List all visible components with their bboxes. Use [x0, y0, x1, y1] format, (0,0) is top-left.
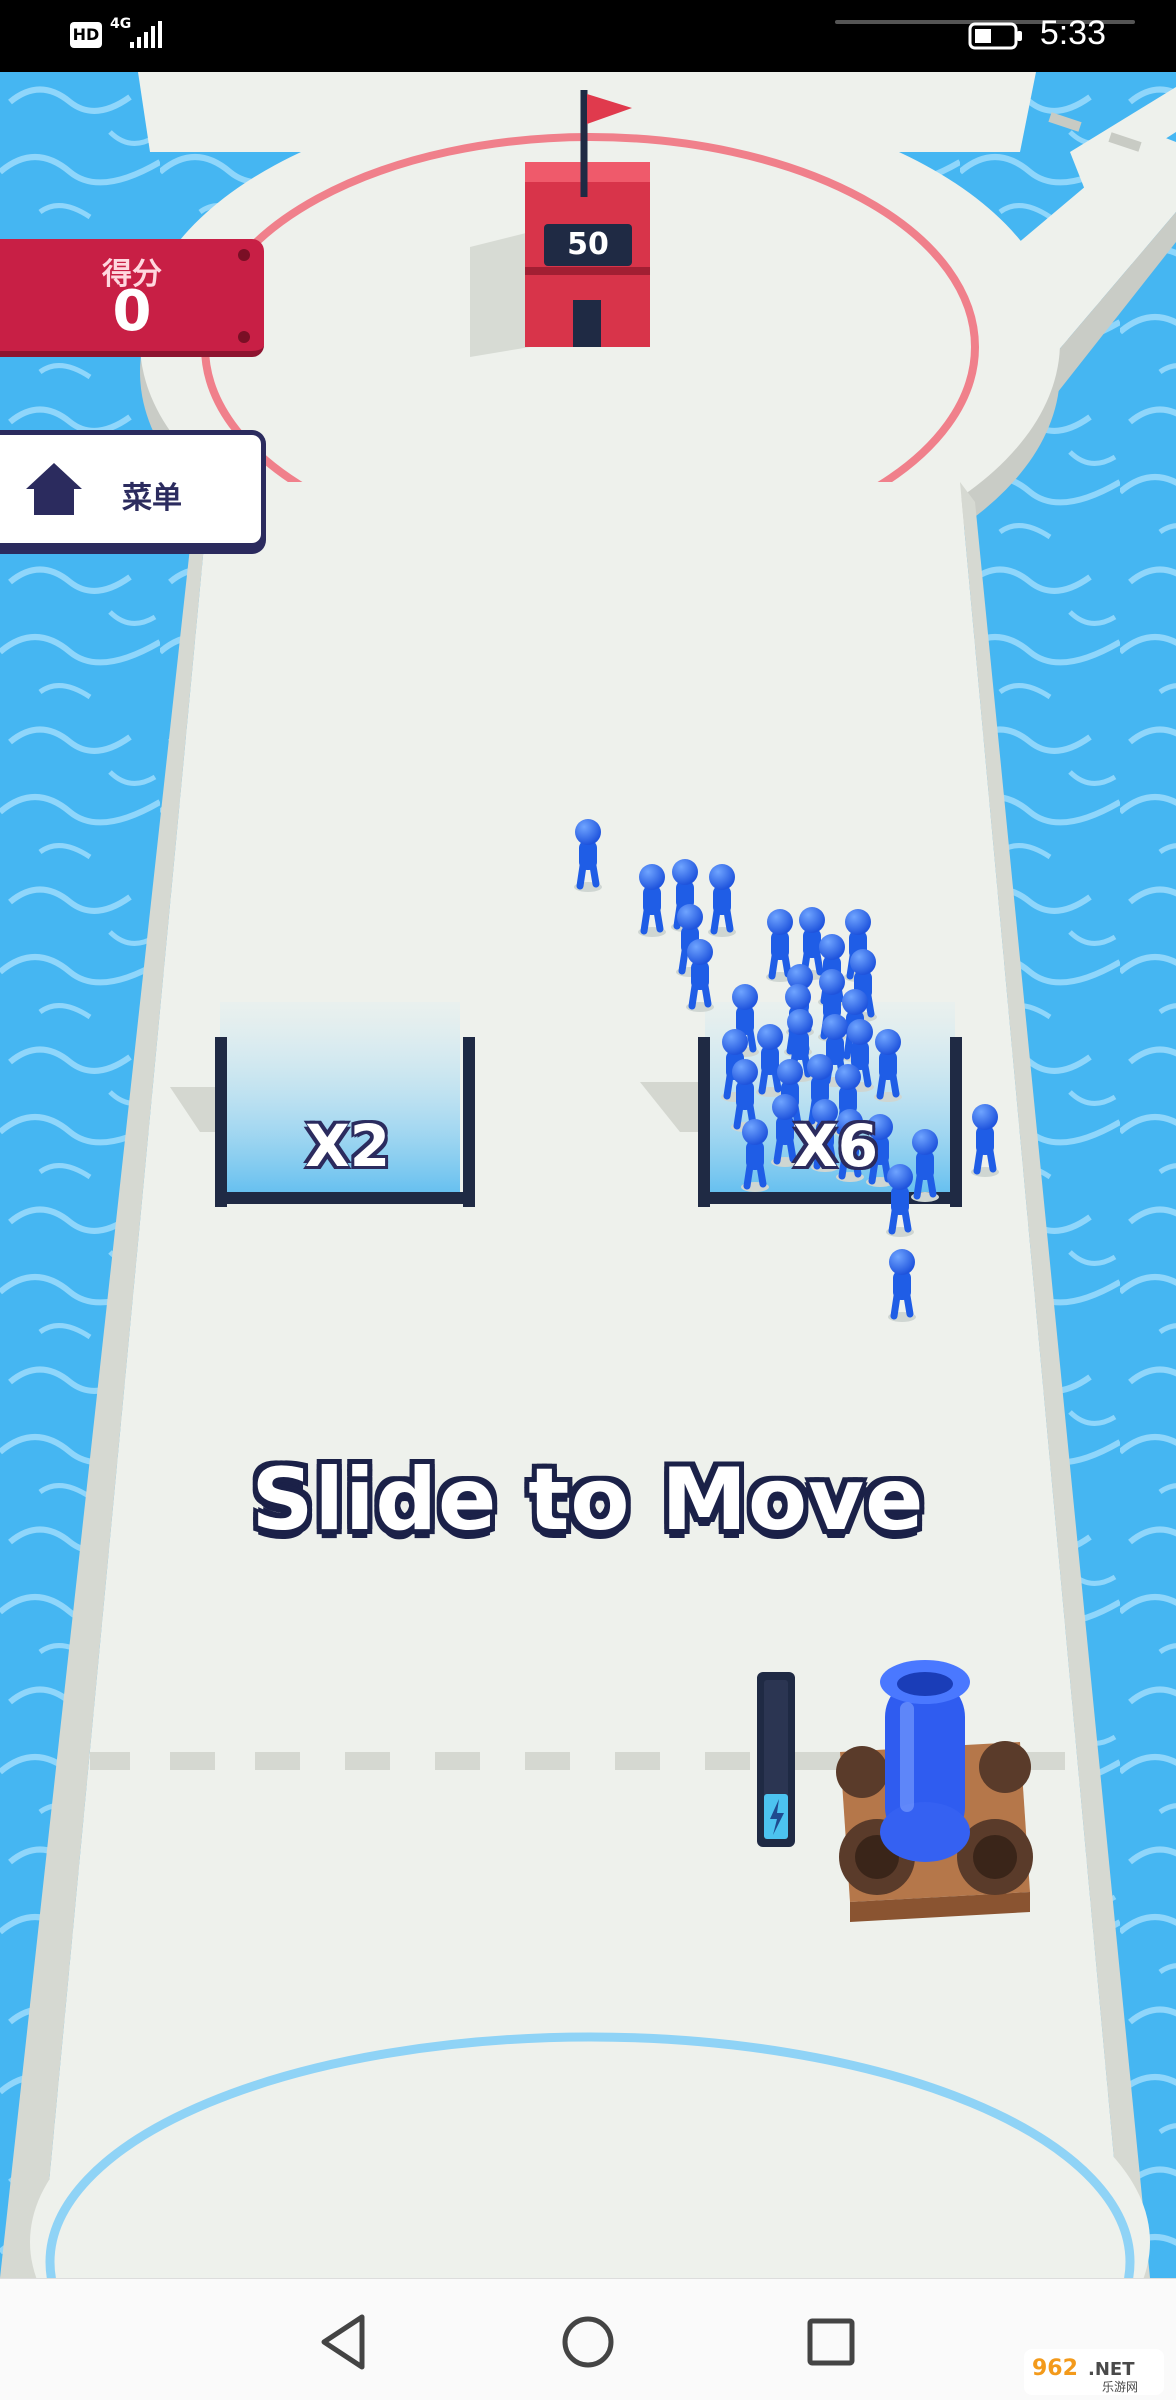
gate-x2-label: X2	[305, 1112, 391, 1180]
watermark-logo: 962 .NET 乐游网	[1024, 2349, 1164, 2395]
gate-x6-label: X6	[793, 1112, 879, 1180]
game-scene[interactable]: 50 X2 X6 得分 0 菜单 Slide to Move	[0, 72, 1176, 2278]
home-circle-icon[interactable]	[553, 2307, 623, 2377]
home-icon	[26, 463, 82, 515]
energy-meter	[757, 1672, 795, 1847]
signal-icon	[130, 21, 162, 48]
navigation-bar: 962 .NET 乐游网	[0, 2278, 1176, 2400]
menu-label: 菜单	[122, 481, 182, 516]
slide-hint: Slide to Move	[251, 1450, 925, 1550]
score-panel: 得分 0	[0, 239, 264, 357]
battery-icon	[968, 22, 1022, 50]
clock: 5:33	[1039, 14, 1106, 52]
rivet	[238, 331, 250, 343]
score-value: 0	[112, 279, 152, 344]
status-bar: HD 4G 5:33	[0, 0, 1176, 72]
rivet	[238, 249, 250, 261]
hd-badge: HD	[70, 22, 102, 48]
svg-text:962: 962	[1032, 2356, 1078, 2381]
svg-text:.NET: .NET	[1088, 2359, 1135, 2380]
recents-square-icon[interactable]	[796, 2307, 866, 2377]
svg-text:乐游网: 乐游网	[1102, 2380, 1138, 2394]
back-triangle-icon[interactable]	[310, 2307, 380, 2377]
tower-count: 50	[544, 224, 632, 266]
menu-button[interactable]: 菜单	[0, 430, 266, 548]
